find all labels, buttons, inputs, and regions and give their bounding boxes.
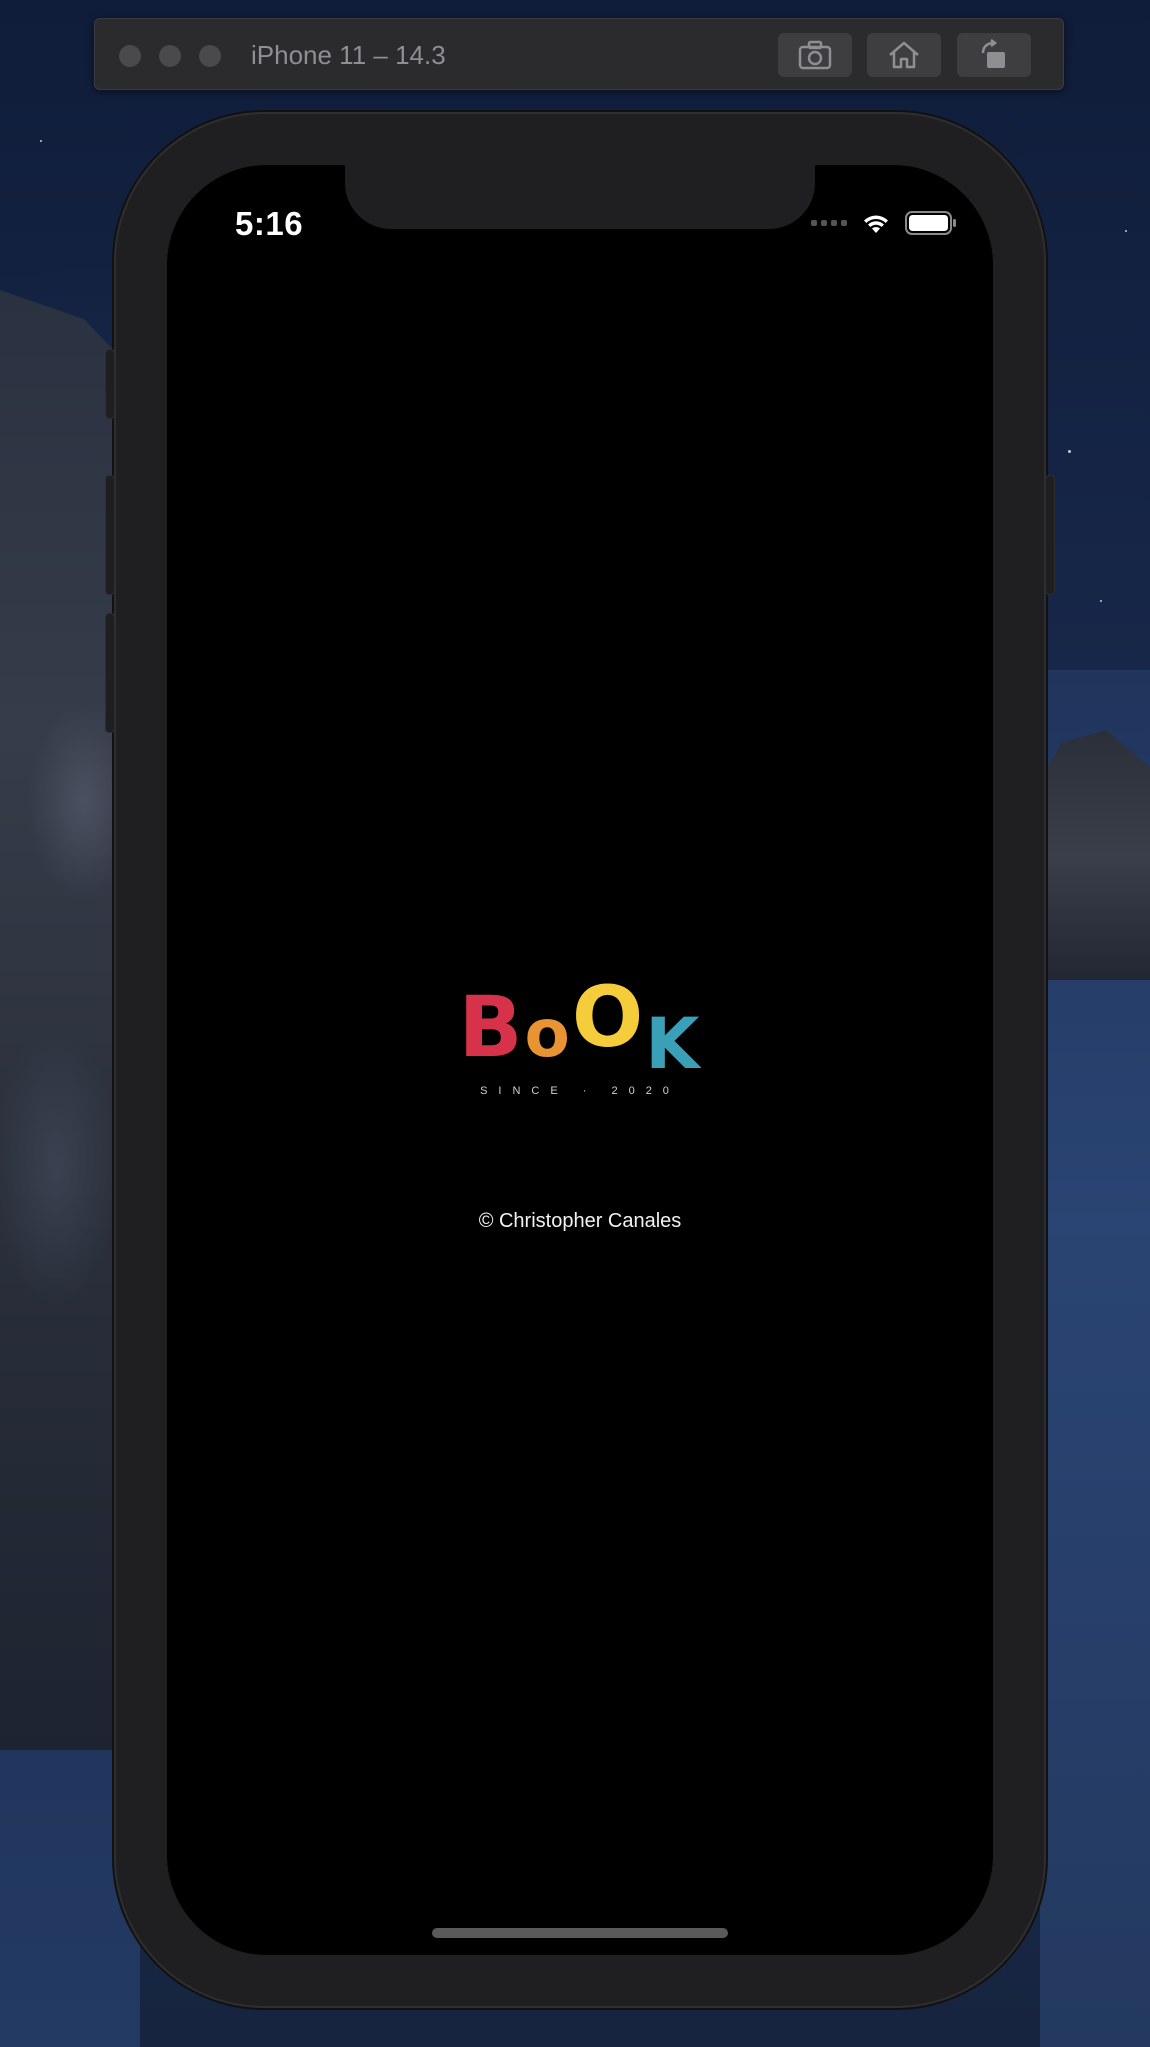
power-button[interactable]	[1046, 476, 1054, 594]
logo-wordmark: BoOK	[458, 975, 701, 1079]
notch	[345, 165, 815, 229]
volume-up-button[interactable]	[106, 476, 114, 594]
status-time: 5:16	[235, 205, 304, 242]
silent-switch[interactable]	[106, 350, 114, 418]
screenshot-button[interactable]	[778, 33, 852, 77]
status-icons	[811, 211, 957, 235]
logo-letter: B	[458, 978, 525, 1076]
logo-letter: o	[524, 995, 572, 1072]
iphone-device-frame: 5:16 BoOK SINCE · 2020 © Christopher Can	[106, 112, 1054, 2008]
device-screen[interactable]: 5:16 BoOK SINCE · 2020 © Christopher Can	[167, 165, 993, 1955]
star	[1125, 230, 1127, 232]
app-logo: BoOK SINCE · 2020	[167, 975, 993, 1097]
star	[40, 140, 42, 142]
rotate-button[interactable]	[957, 33, 1031, 77]
cellular-signal-icon	[811, 220, 847, 226]
window-minimize-button[interactable]	[159, 45, 181, 67]
volume-down-button[interactable]	[106, 614, 114, 732]
star	[1100, 600, 1102, 602]
wallpaper-cliff-right	[1040, 730, 1150, 980]
logo-letter: K	[645, 1003, 702, 1085]
star	[1068, 450, 1071, 453]
logo-tagline: SINCE · 2020	[480, 1085, 680, 1097]
wifi-icon	[864, 215, 888, 233]
home-button[interactable]	[867, 33, 941, 77]
home-icon	[889, 41, 919, 69]
home-indicator[interactable]	[432, 1928, 728, 1938]
simulator-title-bar: iPhone 11 – 14.3	[94, 18, 1064, 90]
screenshot-icon	[798, 40, 832, 70]
battery-icon	[905, 211, 956, 235]
rotate-icon	[981, 39, 1005, 68]
window-zoom-button[interactable]	[199, 45, 221, 67]
window-close-button[interactable]	[119, 45, 141, 67]
simulator-title: iPhone 11 – 14.3	[251, 40, 446, 70]
copyright-text: © Christopher Canales	[478, 1210, 682, 1232]
logo-letter: O	[571, 968, 646, 1066]
